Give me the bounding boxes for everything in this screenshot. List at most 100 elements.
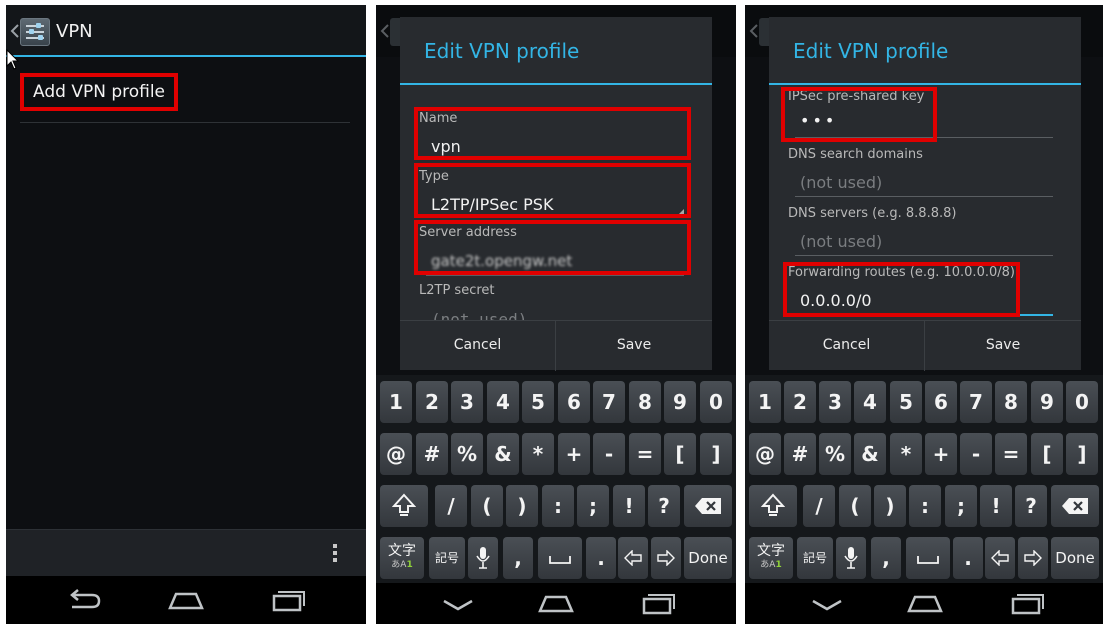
psk-highlight-box xyxy=(781,87,937,142)
key-question[interactable]: ? xyxy=(1015,485,1047,527)
key-asterisk[interactable]: * xyxy=(522,433,554,475)
mic-icon[interactable] xyxy=(836,537,866,579)
key-8[interactable]: 8 xyxy=(995,381,1027,423)
key-9[interactable]: 9 xyxy=(664,381,696,423)
space-icon[interactable] xyxy=(906,537,950,579)
key-open-paren[interactable]: ( xyxy=(839,485,871,527)
key-4[interactable]: 4 xyxy=(487,381,519,423)
key-close-bracket[interactable]: ] xyxy=(700,433,732,475)
key-question[interactable]: ? xyxy=(648,485,680,527)
key-minus[interactable]: - xyxy=(593,433,625,475)
key-5[interactable]: 5 xyxy=(890,381,922,423)
key-semicolon[interactable]: ; xyxy=(945,485,977,527)
key-minus[interactable]: - xyxy=(960,433,992,475)
key-open-bracket[interactable]: [ xyxy=(1031,433,1063,475)
key-comma[interactable]: , xyxy=(503,537,533,579)
key-equals[interactable]: = xyxy=(995,433,1027,475)
key-0[interactable]: 0 xyxy=(1066,381,1098,423)
key-plus[interactable]: + xyxy=(925,433,957,475)
arrow-right-icon[interactable] xyxy=(651,537,681,579)
backspace-icon[interactable] xyxy=(1051,485,1099,527)
arrow-left-icon[interactable] xyxy=(618,537,648,579)
nav-recents-icon[interactable] xyxy=(638,589,678,617)
shift-icon[interactable] xyxy=(380,485,428,527)
l2tp-secret-field[interactable]: (not used) xyxy=(431,310,527,320)
key-ampersand[interactable]: & xyxy=(854,433,886,475)
key-9[interactable]: 9 xyxy=(1031,381,1063,423)
key-2[interactable]: 2 xyxy=(784,381,816,423)
back-chevron-icon[interactable] xyxy=(10,24,20,38)
mic-icon[interactable] xyxy=(468,537,498,579)
dns-servers-field[interactable]: (not used) xyxy=(800,232,882,251)
key-8[interactable]: 8 xyxy=(629,381,661,423)
key-hash[interactable]: # xyxy=(784,433,816,475)
backspace-icon[interactable] xyxy=(684,485,732,527)
key-close-paren[interactable]: ) xyxy=(506,485,538,527)
key-open-paren[interactable]: ( xyxy=(471,485,503,527)
key-at[interactable]: @ xyxy=(380,433,412,475)
key-hash[interactable]: # xyxy=(416,433,448,475)
key-4[interactable]: 4 xyxy=(854,381,886,423)
key-7[interactable]: 7 xyxy=(960,381,992,423)
save-button[interactable]: Save xyxy=(556,321,712,371)
key-at[interactable]: @ xyxy=(749,433,781,475)
settings-icon[interactable] xyxy=(20,18,50,46)
key-open-bracket[interactable]: [ xyxy=(664,433,696,475)
key-7[interactable]: 7 xyxy=(593,381,625,423)
key-6[interactable]: 6 xyxy=(558,381,590,423)
key-equals[interactable]: = xyxy=(629,433,661,475)
dialog-title: Edit VPN profile xyxy=(424,39,580,63)
nav-home-icon[interactable] xyxy=(536,589,576,617)
key-plus[interactable]: + xyxy=(558,433,590,475)
symbols-key[interactable]: 記号 xyxy=(429,537,465,579)
cancel-button[interactable]: Cancel xyxy=(400,321,556,371)
key-exclamation[interactable]: ! xyxy=(980,485,1012,527)
key-semicolon[interactable]: ; xyxy=(577,485,609,527)
cancel-button[interactable]: Cancel xyxy=(769,321,925,371)
nav-back-icon[interactable] xyxy=(438,591,478,619)
nav-home-icon[interactable] xyxy=(905,589,945,617)
key-period[interactable]: . xyxy=(586,537,616,579)
key-percent[interactable]: % xyxy=(451,433,483,475)
save-button[interactable]: Save xyxy=(925,321,1081,371)
key-period[interactable]: . xyxy=(953,537,983,579)
nav-back-icon[interactable] xyxy=(807,591,847,619)
key-2[interactable]: 2 xyxy=(416,381,448,423)
key-colon[interactable]: : xyxy=(542,485,574,527)
done-key[interactable]: Done xyxy=(1051,537,1099,579)
symbols-key[interactable]: 記号 xyxy=(797,537,833,579)
keyboard-row-punct: / ( ) : ; ! ? xyxy=(747,485,1101,529)
nav-home-icon[interactable] xyxy=(166,586,206,614)
arrow-right-icon[interactable] xyxy=(1018,537,1048,579)
key-3[interactable]: 3 xyxy=(819,381,851,423)
done-key[interactable]: Done xyxy=(684,537,732,579)
dns-search-field[interactable]: (not used) xyxy=(800,173,882,192)
key-exclamation[interactable]: ! xyxy=(613,485,645,527)
language-key[interactable]: 文字 あA1 xyxy=(749,537,793,579)
key-slash[interactable]: / xyxy=(803,485,835,527)
nav-recents-icon[interactable] xyxy=(268,586,308,614)
overflow-menu-icon[interactable] xyxy=(333,544,337,564)
nav-back-icon[interactable] xyxy=(64,586,104,614)
key-slash[interactable]: / xyxy=(435,485,467,527)
key-0[interactable]: 0 xyxy=(700,381,732,423)
key-ampersand[interactable]: & xyxy=(487,433,519,475)
key-asterisk[interactable]: * xyxy=(890,433,922,475)
key-comma[interactable]: , xyxy=(871,537,901,579)
key-close-paren[interactable]: ) xyxy=(874,485,906,527)
key-1[interactable]: 1 xyxy=(380,381,412,423)
arrow-left-icon[interactable] xyxy=(985,537,1015,579)
add-vpn-profile-button[interactable]: Add VPN profile xyxy=(20,73,178,111)
space-icon[interactable] xyxy=(538,537,582,579)
language-key[interactable]: 文字 あA1 xyxy=(380,537,424,579)
dns-servers-underline xyxy=(795,255,1053,256)
key-percent[interactable]: % xyxy=(819,433,851,475)
key-3[interactable]: 3 xyxy=(451,381,483,423)
shift-icon[interactable] xyxy=(749,485,797,527)
nav-recents-icon[interactable] xyxy=(1007,589,1047,617)
key-1[interactable]: 1 xyxy=(749,381,781,423)
key-5[interactable]: 5 xyxy=(522,381,554,423)
key-6[interactable]: 6 xyxy=(925,381,957,423)
key-close-bracket[interactable]: ] xyxy=(1066,433,1098,475)
key-colon[interactable]: : xyxy=(909,485,941,527)
